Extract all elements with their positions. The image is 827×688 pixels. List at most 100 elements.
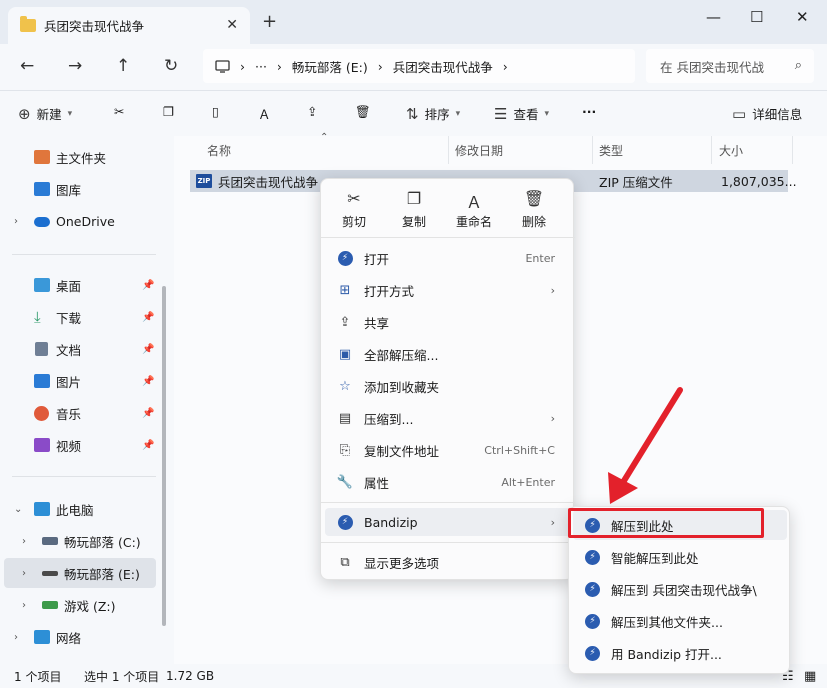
shortcut-label: Enter bbox=[525, 251, 555, 265]
submenu-item-smart-extract[interactable]: ⚡ 智能解压到此处 bbox=[573, 542, 787, 572]
chevron-right-icon[interactable]: › bbox=[22, 600, 26, 611]
refresh-icon[interactable]: ↻ bbox=[164, 56, 178, 76]
address-bar[interactable]: › ··· › 畅玩部落 (E:) › 兵团突击现代战争 › bbox=[203, 49, 635, 83]
submenu-item-extract-to-folder[interactable]: ⚡ 解压到 兵团突击现代战争\ bbox=[573, 574, 787, 604]
sidebar-item-network[interactable]: › 网络 bbox=[0, 622, 168, 652]
folder-icon bbox=[20, 16, 36, 32]
menu-item-properties[interactable]: 🔧 属性 Alt+Enter bbox=[325, 468, 571, 496]
rename-label: 重命名 bbox=[455, 215, 492, 229]
chevron-right-icon: › bbox=[550, 283, 555, 297]
sidebar-item-label: 图片 bbox=[56, 374, 82, 390]
menu-item-copy-path[interactable]: ⎘ 复制文件地址 Ctrl+Shift+C bbox=[325, 436, 571, 464]
cut-icon[interactable]: ✂ bbox=[114, 104, 124, 119]
menu-item-open[interactable]: ⚡ 打开 Enter bbox=[325, 244, 571, 272]
copy-path-icon: ⎘ bbox=[339, 442, 351, 458]
menu-item-extract-all[interactable]: ▣ 全部解压缩... bbox=[325, 340, 571, 368]
copy-label: 复制 bbox=[401, 215, 426, 229]
column-separator[interactable] bbox=[592, 136, 593, 164]
chevron-down-icon[interactable]: ⌄ bbox=[14, 504, 22, 515]
column-header-size[interactable]: 大小 bbox=[719, 142, 743, 159]
paste-icon[interactable]: ▯ bbox=[212, 104, 219, 119]
maximize-button[interactable]: ☐ bbox=[750, 8, 763, 26]
menu-item-label: 复制文件地址 bbox=[364, 443, 440, 459]
chevron-right-icon[interactable]: › bbox=[14, 216, 18, 227]
sidebar-item-drive-z[interactable]: › 游戏 (Z:) bbox=[0, 590, 168, 620]
cut-button[interactable]: ✂ 剪切 bbox=[331, 189, 377, 230]
chevron-right-icon[interactable]: › bbox=[14, 632, 18, 643]
bandizip-icon: ⚡ bbox=[585, 645, 600, 661]
bandizip-icon: ⚡ bbox=[585, 549, 600, 565]
submenu-item-extract-other[interactable]: ⚡ 解压到其他文件夹... bbox=[573, 606, 787, 636]
back-arrow-icon[interactable]: ← bbox=[20, 56, 34, 76]
chevron-right-icon[interactable]: › bbox=[22, 536, 26, 547]
menu-item-bandizip[interactable]: ⚡ Bandizip › bbox=[325, 508, 571, 536]
delete-button[interactable]: 🗑 删除 bbox=[511, 189, 557, 230]
details-button[interactable]: ▭ 详细信息 bbox=[732, 104, 802, 123]
sidebar-item-drive-c[interactable]: › 畅玩部落 (C:) bbox=[0, 526, 168, 556]
red-arrow-annotation bbox=[608, 387, 683, 504]
submenu-item-open-bandizip[interactable]: ⚡ 用 Bandizip 打开... bbox=[573, 638, 787, 668]
rename-button[interactable]: Ａ 重命名 bbox=[451, 189, 497, 230]
pin-icon: 📌 bbox=[142, 311, 155, 323]
menu-item-show-more[interactable]: ⧉ 显示更多选项 bbox=[325, 548, 571, 576]
share-icon[interactable]: ⇪ bbox=[307, 104, 317, 119]
view-button[interactable]: ☰ 查看 ▾ bbox=[494, 104, 549, 123]
delete-icon: 🗑 bbox=[523, 189, 545, 208]
column-header-type[interactable]: 类型 bbox=[599, 142, 623, 159]
column-header-name[interactable]: 名称 bbox=[207, 142, 231, 159]
sidebar-item-drive-e[interactable]: › 畅玩部落 (E:) bbox=[4, 558, 156, 588]
forward-arrow-icon[interactable]: → bbox=[68, 56, 82, 76]
menu-item-share[interactable]: ⇪ 共享 bbox=[325, 308, 571, 336]
copy-icon[interactable]: ❐ bbox=[163, 104, 174, 119]
new-tab-button[interactable]: + bbox=[262, 13, 277, 31]
sidebar-item-downloads[interactable]: ⤓ 下载 📌 bbox=[0, 302, 168, 332]
desktop-icon bbox=[34, 278, 50, 292]
sidebar-item-this-pc[interactable]: ⌄ 此电脑 bbox=[0, 494, 168, 524]
submenu-item-label: 解压到 兵团突击现代战争\ bbox=[611, 582, 757, 598]
close-tab-button[interactable]: ✕ bbox=[226, 17, 238, 33]
copy-button[interactable]: ❐ 复制 bbox=[391, 189, 437, 230]
column-separator[interactable] bbox=[711, 136, 712, 164]
chevron-right-icon: › bbox=[550, 411, 555, 425]
sidebar-item-home[interactable]: 主文件夹 bbox=[0, 142, 168, 172]
title-bar: 兵团突击现代战争 ✕ + — ☐ ✕ bbox=[0, 0, 827, 44]
breadcrumb-folder[interactable]: 兵团突击现代战争 bbox=[393, 57, 493, 76]
breadcrumb-drive[interactable]: 畅玩部落 (E:) bbox=[292, 57, 368, 76]
breadcrumb-more[interactable]: ··· bbox=[255, 59, 267, 74]
up-arrow-icon[interactable]: ↑ bbox=[116, 56, 130, 76]
sidebar-scrollbar[interactable] bbox=[162, 286, 166, 626]
search-input[interactable]: 在 兵团突击现代战 ⌕ bbox=[646, 49, 814, 83]
sort-button[interactable]: ⇅ 排序 ▾ bbox=[406, 104, 460, 123]
delete-icon[interactable]: 🗑 bbox=[355, 104, 371, 120]
sidebar-item-videos[interactable]: 视频 📌 bbox=[0, 430, 168, 460]
star-icon: ☆ bbox=[339, 378, 351, 394]
tiles-view-icon[interactable]: ▦ bbox=[804, 669, 816, 684]
menu-item-compress-to[interactable]: ▤ 压缩到... › bbox=[325, 404, 571, 432]
menu-item-add-favorite[interactable]: ☆ 添加到收藏夹 bbox=[325, 372, 571, 400]
close-window-button[interactable]: ✕ bbox=[796, 8, 809, 26]
chevron-right-icon: › bbox=[377, 58, 383, 74]
sidebar-item-pictures[interactable]: 图片 📌 bbox=[0, 366, 168, 396]
new-button[interactable]: ⊕ 新建 ▾ bbox=[18, 104, 72, 123]
tab-current-folder[interactable]: 兵团突击现代战争 ✕ bbox=[8, 7, 250, 44]
sidebar-item-documents[interactable]: 文档 📌 bbox=[0, 334, 168, 364]
menu-item-open-with[interactable]: ⊞ 打开方式 › bbox=[325, 276, 571, 304]
sort-icon: ⇅ bbox=[406, 104, 419, 123]
sidebar-item-onedrive[interactable]: › OneDrive bbox=[0, 206, 168, 236]
minimize-button[interactable]: — bbox=[706, 8, 721, 26]
rename-icon[interactable]: Ａ bbox=[258, 104, 271, 123]
drive-icon bbox=[42, 571, 58, 576]
sidebar-item-music[interactable]: 音乐 📌 bbox=[0, 398, 168, 428]
sidebar-item-label: 游戏 (Z:) bbox=[64, 598, 116, 614]
address-row: ← → ↑ ↻ › ··· › 畅玩部落 (E:) › 兵团突击现代战争 › 在… bbox=[0, 44, 827, 90]
more-options-button[interactable]: ··· bbox=[582, 104, 596, 119]
column-separator[interactable] bbox=[448, 136, 449, 164]
sidebar-item-gallery[interactable]: 图库 bbox=[0, 174, 168, 204]
search-icon: ⌕ bbox=[794, 58, 802, 73]
column-header-date[interactable]: 修改日期 bbox=[455, 142, 503, 159]
open-with-icon: ⊞ bbox=[339, 282, 351, 298]
chevron-right-icon[interactable]: › bbox=[22, 568, 26, 579]
sidebar-item-desktop[interactable]: 桌面 📌 bbox=[0, 270, 168, 300]
drive-icon bbox=[42, 537, 58, 545]
column-separator[interactable] bbox=[792, 136, 793, 164]
